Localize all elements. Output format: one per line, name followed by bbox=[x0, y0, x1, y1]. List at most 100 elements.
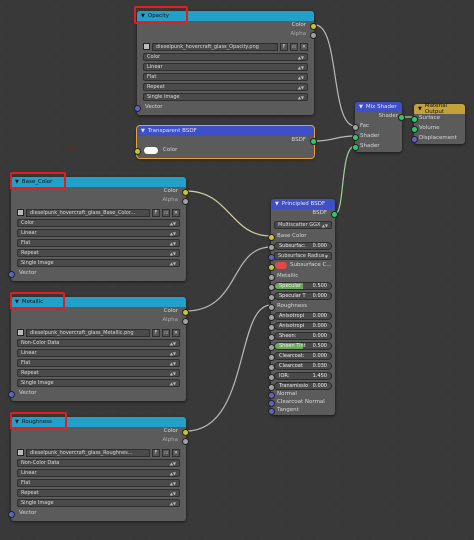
input-roughness-socket[interactable] bbox=[268, 304, 275, 311]
fake-user-button[interactable]: F bbox=[152, 448, 160, 457]
projection-dropdown[interactable]: Flat ▲▼ bbox=[17, 479, 180, 487]
input-vector-socket[interactable] bbox=[8, 271, 15, 278]
color-space-dropdown[interactable]: Non-Color Data ▲▼ bbox=[17, 459, 180, 467]
output-node-header[interactable]: ▼ Material Output bbox=[414, 103, 465, 115]
input-subsurface-color-socket[interactable] bbox=[268, 264, 275, 271]
open-image-icon[interactable]: ▭ bbox=[162, 448, 170, 457]
input-shader2-socket[interactable] bbox=[352, 144, 359, 151]
fake-user-button[interactable]: F bbox=[280, 42, 288, 51]
mix-node-header[interactable]: ▼ Mix Shader bbox=[355, 102, 402, 112]
output-alpha-socket[interactable] bbox=[310, 32, 317, 39]
image-filename-field[interactable]: dieselpunk_hovercraft_glass_Roughnes... bbox=[26, 448, 150, 457]
metallic-image-node[interactable]: ▼ Metallic Color Alpha dieselpunk_hoverc… bbox=[8, 297, 189, 401]
principled-node-header[interactable]: ▼ Principled BSDF bbox=[271, 199, 335, 209]
output-alpha-socket[interactable] bbox=[182, 438, 189, 445]
input-surface-socket[interactable] bbox=[411, 116, 418, 123]
input-volume-socket[interactable] bbox=[411, 126, 418, 133]
output-alpha-socket[interactable] bbox=[182, 318, 189, 325]
material-output-node[interactable]: ▼ Material Output Surface Volume Displac… bbox=[411, 103, 465, 144]
subsurface-color-swatch[interactable] bbox=[275, 262, 287, 269]
anisotropic-rotation-slider[interactable]: Anisotropi 0.000 bbox=[274, 322, 332, 330]
output-bsdf-socket[interactable] bbox=[310, 138, 317, 145]
transparent-bsdf-node[interactable]: ▼ Transparent BSDF BSDF Color bbox=[134, 125, 317, 159]
source-dropdown[interactable]: Single Image ▲▼ bbox=[17, 499, 180, 507]
input-base-color-socket[interactable] bbox=[268, 234, 275, 241]
color-space-dropdown[interactable]: Non-Color Data ▲▼ bbox=[17, 339, 180, 347]
collapse-arrow-icon[interactable]: ▼ bbox=[359, 104, 363, 110]
input-displacement-socket[interactable] bbox=[411, 136, 418, 143]
source-dropdown[interactable]: Single Image ▲▼ bbox=[17, 379, 180, 387]
output-color-socket[interactable] bbox=[182, 429, 189, 436]
output-alpha-socket[interactable] bbox=[182, 198, 189, 205]
image-file-row[interactable]: dieselpunk_hovercraft_glass_Roughnes... … bbox=[17, 448, 180, 457]
source-dropdown[interactable]: Single Image ▲▼ bbox=[17, 259, 180, 267]
open-image-icon[interactable]: ▭ bbox=[162, 328, 170, 337]
extension-dropdown[interactable]: Repeat ▲▼ bbox=[17, 489, 180, 497]
specular-tint-slider[interactable]: Specular T 0.000 bbox=[274, 292, 332, 300]
ior-slider[interactable]: IOR: 1.450 bbox=[274, 372, 332, 380]
output-color-socket[interactable] bbox=[310, 23, 317, 30]
subsurface-slider[interactable]: Subsurfac: 0.000 bbox=[274, 242, 332, 250]
image-filename-field[interactable]: dieselpunk_hovercraft_glass_Opacity.png bbox=[152, 42, 278, 51]
input-vector-socket[interactable] bbox=[8, 391, 15, 398]
fake-user-button[interactable]: F bbox=[152, 208, 160, 217]
image-browse-icon[interactable] bbox=[143, 43, 150, 50]
output-color-socket[interactable] bbox=[182, 309, 189, 316]
distribution-dropdown[interactable]: Multiscatter GGX ▲▼ bbox=[274, 221, 332, 229]
opacity-image-node[interactable]: ▼ Opacity Color Alpha dieselpunk_hovercr… bbox=[134, 11, 317, 115]
input-vector-socket[interactable] bbox=[134, 105, 141, 112]
projection-dropdown[interactable]: Flat ▲▼ bbox=[17, 239, 180, 247]
interpolation-dropdown[interactable]: Linear ▲▼ bbox=[17, 469, 180, 477]
input-normal-socket[interactable] bbox=[268, 392, 275, 399]
specular-slider[interactable]: Specular 0.500 bbox=[274, 282, 332, 290]
image-file-row[interactable]: dieselpunk_hovercraft_glass_Base_Color..… bbox=[17, 208, 180, 217]
output-bsdf-socket[interactable] bbox=[331, 211, 338, 218]
input-shader1-socket[interactable] bbox=[352, 134, 359, 141]
collapse-arrow-icon[interactable]: ▼ bbox=[275, 201, 279, 207]
open-image-icon[interactable]: ▭ bbox=[162, 208, 170, 217]
sheen-tint-slider[interactable]: Sheen Tint 0.500 bbox=[274, 342, 332, 350]
unlink-image-icon[interactable]: ✕ bbox=[300, 42, 308, 51]
extension-dropdown[interactable]: Repeat ▲▼ bbox=[17, 369, 180, 377]
collapse-arrow-icon[interactable]: ▼ bbox=[141, 128, 145, 134]
principled-bsdf-node[interactable]: ▼ Principled BSDF BSDF Multiscatter GGX ▲… bbox=[268, 199, 338, 415]
interpolation-dropdown[interactable]: Linear ▲▼ bbox=[17, 349, 180, 357]
input-color-socket[interactable] bbox=[134, 148, 141, 155]
unlink-image-icon[interactable]: ✕ bbox=[172, 448, 180, 457]
transmission-slider[interactable]: Transmissio 0.000 bbox=[274, 382, 332, 390]
input-tangent-socket[interactable] bbox=[268, 408, 275, 415]
base-color-image-node[interactable]: ▼ Base_Color Color Alpha dieselpunk_hove… bbox=[8, 177, 189, 281]
color-space-dropdown[interactable]: Color ▲▼ bbox=[17, 219, 180, 227]
image-browse-icon[interactable] bbox=[17, 449, 24, 456]
fake-user-button[interactable]: F bbox=[152, 328, 160, 337]
subsurface-radius-dropdown[interactable]: Subsurface Radius ▼ bbox=[274, 252, 332, 260]
color-swatch[interactable] bbox=[144, 147, 158, 154]
input-metallic-socket[interactable] bbox=[268, 274, 275, 281]
clearcoat-roughness-slider[interactable]: Clearcoat 0.030 bbox=[274, 362, 332, 370]
image-filename-field[interactable]: dieselpunk_hovercraft_glass_Metallic.png bbox=[26, 328, 150, 337]
source-dropdown[interactable]: Single Image ▲▼ bbox=[143, 93, 308, 101]
collapse-arrow-icon[interactable]: ▼ bbox=[418, 106, 422, 112]
image-browse-icon[interactable] bbox=[17, 329, 24, 336]
image-file-row[interactable]: dieselpunk_hovercraft_glass_Metallic.png… bbox=[17, 328, 180, 337]
color-space-dropdown[interactable]: Color ▲▼ bbox=[143, 53, 308, 61]
open-image-icon[interactable]: ▭ bbox=[290, 42, 298, 51]
interpolation-dropdown[interactable]: Linear ▲▼ bbox=[143, 63, 308, 71]
transparent-node-header[interactable]: ▼ Transparent BSDF bbox=[137, 126, 314, 136]
image-browse-icon[interactable] bbox=[17, 209, 24, 216]
input-fac-socket[interactable] bbox=[352, 124, 359, 131]
input-clearcoat-normal-socket[interactable] bbox=[268, 400, 275, 407]
output-color-socket[interactable] bbox=[182, 189, 189, 196]
sheen-slider[interactable]: Sheen: 0.000 bbox=[274, 332, 332, 340]
output-shader-socket[interactable] bbox=[398, 114, 405, 121]
roughness-image-node[interactable]: ▼ Roughness Color Alpha dieselpunk_hover… bbox=[8, 417, 189, 521]
image-file-row[interactable]: dieselpunk_hovercraft_glass_Opacity.png … bbox=[143, 42, 308, 51]
projection-dropdown[interactable]: Flat ▲▼ bbox=[143, 73, 308, 81]
interpolation-dropdown[interactable]: Linear ▲▼ bbox=[17, 229, 180, 237]
input-vector-socket[interactable] bbox=[8, 511, 15, 518]
anisotropic-slider[interactable]: Anisotropi 0.000 bbox=[274, 312, 332, 320]
mix-shader-node[interactable]: ▼ Mix Shader Shader Fac Shader Shader bbox=[352, 102, 405, 152]
projection-dropdown[interactable]: Flat ▲▼ bbox=[17, 359, 180, 367]
unlink-image-icon[interactable]: ✕ bbox=[172, 328, 180, 337]
unlink-image-icon[interactable]: ✕ bbox=[172, 208, 180, 217]
